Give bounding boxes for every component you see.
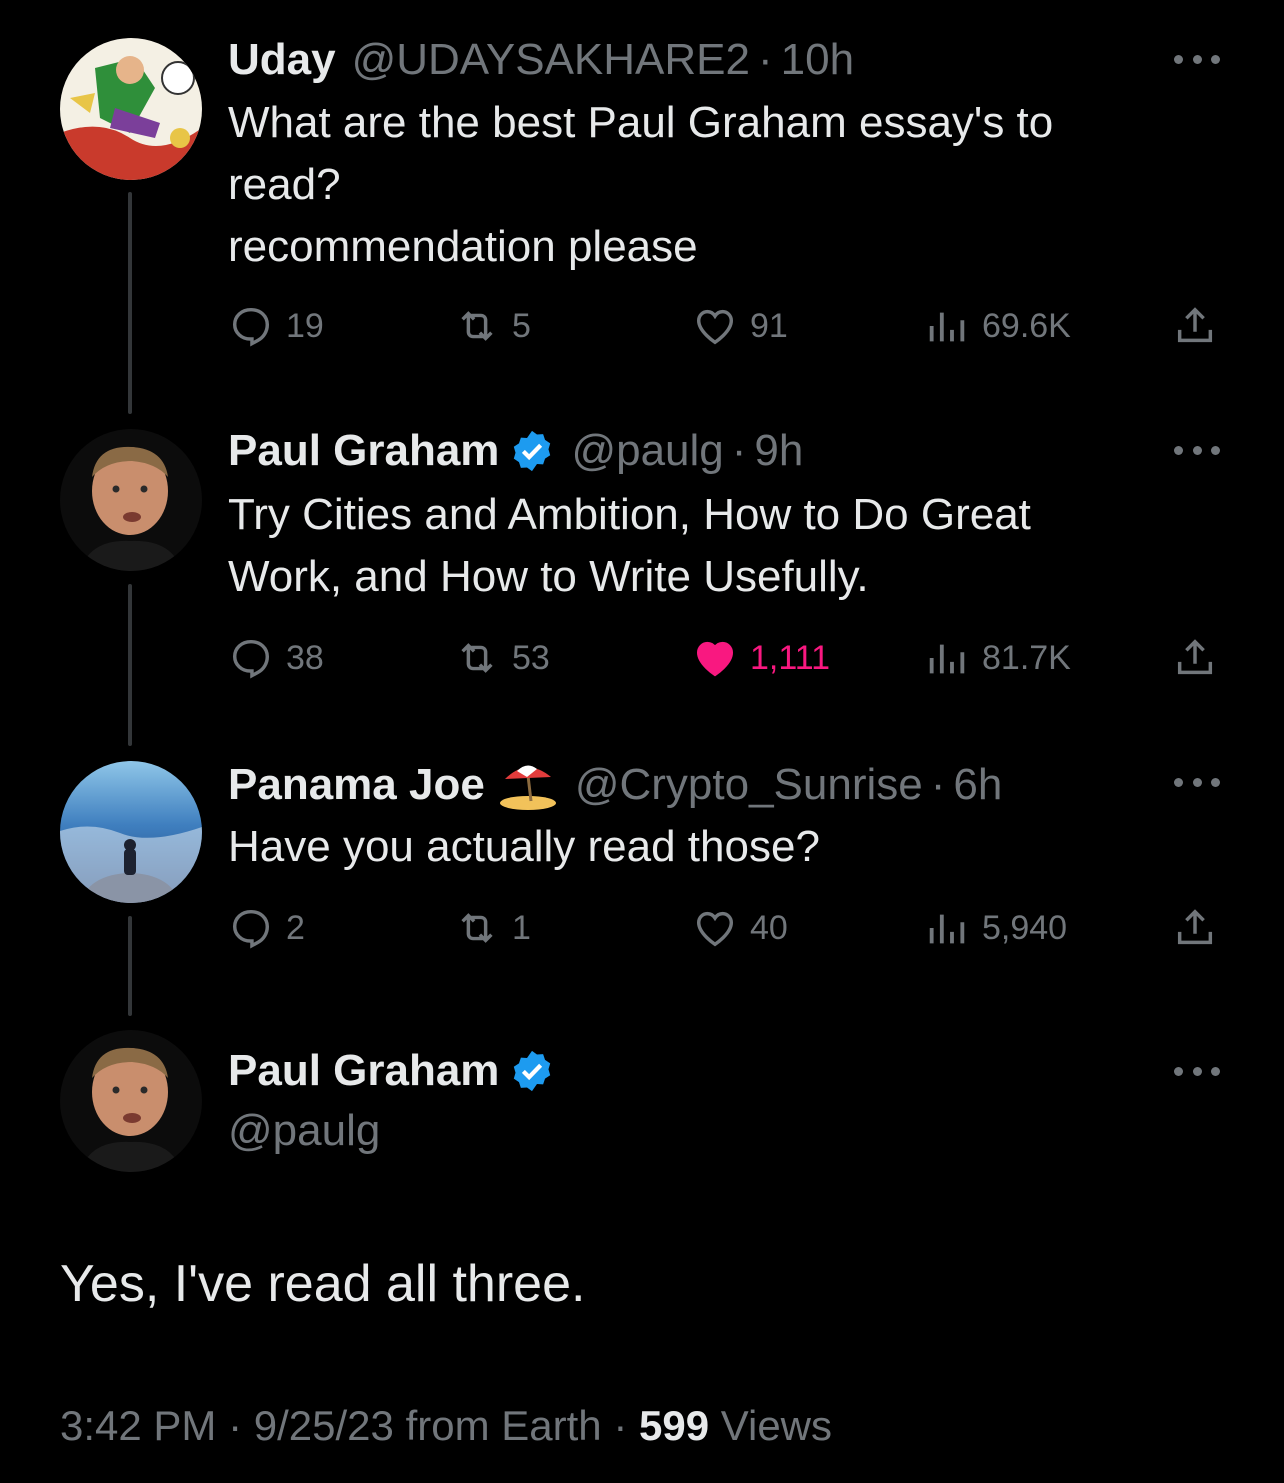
views-icon	[929, 644, 965, 674]
avatar-panama-joe[interactable]	[60, 761, 202, 903]
avatar-paul-graham[interactable]	[60, 429, 202, 571]
tweet-actions: 19 5 91 69.6K	[228, 303, 1228, 349]
reply-button[interactable]: 38	[228, 635, 324, 681]
views-button[interactable]: 69.6K	[924, 303, 1071, 349]
tweet-header: Panama Joe @Crypto_Sunrise · 6h	[228, 757, 1002, 813]
like-count: 91	[750, 306, 788, 345]
retweet-icon	[461, 311, 493, 341]
tweet-time[interactable]: 9h	[754, 425, 803, 477]
tweet-source: from Earth	[405, 1402, 602, 1449]
retweet-count: 53	[512, 638, 550, 677]
main-tweet-text: Yes, I've read all three.	[60, 1255, 586, 1313]
tweet-time[interactable]: 3:42 PM	[60, 1402, 216, 1449]
separator: ·	[731, 426, 747, 475]
separator: ·	[758, 35, 773, 84]
retweet-icon	[461, 643, 493, 673]
more-icon[interactable]	[1174, 443, 1220, 457]
tweet-text-line: What are the best Paul Graham essay's to	[228, 98, 1054, 147]
author-handle[interactable]: @Crypto_Sunrise	[575, 759, 923, 811]
tweet-time[interactable]: 6h	[953, 759, 1002, 811]
separator: ·	[930, 760, 946, 809]
tweet-actions: 2 1 40 5,940	[228, 905, 1228, 951]
tweet-meta: 3:42 PM · 9/25/23 from Earth · 599 Views	[60, 1402, 832, 1450]
like-button[interactable]: 1,111	[692, 635, 830, 681]
views-button[interactable]: 81.7K	[924, 635, 1071, 681]
main-tweet-header: Paul Graham	[228, 1045, 555, 1097]
author-handle[interactable]: @paulg	[228, 1106, 380, 1156]
like-count: 1,111	[750, 638, 831, 677]
retweet-button[interactable]: 5	[454, 303, 531, 349]
reply-count: 19	[286, 306, 324, 345]
avatar-paul-graham[interactable]	[60, 1030, 202, 1172]
retweet-count: 1	[512, 908, 531, 947]
tweet-text: What are the best Paul Graham essay's to…	[228, 92, 1228, 278]
tweet-text: Have you actually read those?	[228, 816, 1228, 878]
reply-icon	[232, 307, 270, 347]
views-count: 599	[638, 1402, 710, 1449]
retweet-icon	[461, 913, 493, 943]
like-icon	[696, 641, 734, 677]
tweet-time[interactable]: 10h	[781, 34, 854, 86]
tweet-text-line: recommendation please	[228, 222, 698, 271]
share-button[interactable]	[1172, 635, 1230, 681]
reply-count: 38	[286, 638, 324, 677]
share-icon	[1177, 639, 1213, 675]
tweet-header: Uday @UDAYSAKHARE2 · 10h	[228, 34, 854, 86]
tweet-text-line: read?	[228, 160, 341, 209]
beach-umbrella-island-emoji	[497, 757, 559, 813]
share-button[interactable]	[1172, 905, 1230, 951]
views-count: 81.7K	[982, 638, 1071, 677]
views-icon	[929, 914, 965, 944]
thread-line	[128, 916, 132, 1016]
views-label: Views	[720, 1402, 833, 1449]
thread-line	[128, 584, 132, 746]
tweet-date[interactable]: 9/25/23	[254, 1402, 394, 1449]
retweet-button[interactable]: 1	[454, 905, 531, 951]
views-count: 5,940	[982, 908, 1068, 947]
share-icon	[1177, 307, 1213, 343]
author-name[interactable]: Uday	[228, 34, 336, 86]
reply-count: 2	[286, 908, 305, 947]
like-count: 40	[750, 908, 788, 947]
author-handle[interactable]: @UDAYSAKHARE2	[352, 34, 750, 86]
tweet-text-line: Work, and How to Write Usefully.	[228, 552, 869, 601]
tweet-text: Try Cities and Ambition, How to Do Great…	[228, 484, 1228, 608]
more-icon[interactable]	[1174, 52, 1220, 66]
tweet-actions: 38 53 1,111 81.7K	[228, 635, 1228, 681]
tweet-text-line: Have you actually read those?	[228, 822, 820, 871]
views-icon	[929, 312, 965, 342]
reply-button[interactable]: 2	[228, 905, 305, 951]
separator: ·	[228, 1402, 243, 1449]
author-name[interactable]: Paul Graham	[228, 425, 499, 477]
retweet-button[interactable]: 53	[454, 635, 550, 681]
views-count: 69.6K	[982, 306, 1071, 345]
reply-button[interactable]: 19	[228, 303, 324, 349]
verified-badge-icon	[509, 428, 555, 474]
thread-line	[128, 192, 132, 414]
like-button[interactable]: 91	[692, 303, 788, 349]
verified-badge-icon	[509, 1048, 555, 1094]
more-icon[interactable]	[1174, 775, 1220, 789]
tweet-header: Paul Graham @paulg · 9h	[228, 425, 803, 477]
author-name[interactable]: Paul Graham	[228, 1045, 499, 1097]
more-icon[interactable]	[1174, 1064, 1220, 1078]
author-handle[interactable]: @paulg	[571, 425, 723, 477]
tweet-text-line: Try Cities and Ambition, How to Do Great	[228, 490, 1031, 539]
reply-icon	[232, 909, 270, 949]
author-name[interactable]: Panama Joe	[228, 759, 485, 811]
share-button[interactable]	[1172, 303, 1230, 349]
like-icon	[696, 309, 734, 345]
avatar-uday[interactable]	[60, 38, 202, 180]
separator: ·	[613, 1402, 628, 1449]
reply-icon	[232, 639, 270, 679]
like-icon	[696, 911, 734, 947]
share-icon	[1177, 909, 1213, 945]
retweet-count: 5	[512, 306, 531, 345]
views-button[interactable]: 5,940	[924, 905, 1067, 951]
like-button[interactable]: 40	[692, 905, 788, 951]
